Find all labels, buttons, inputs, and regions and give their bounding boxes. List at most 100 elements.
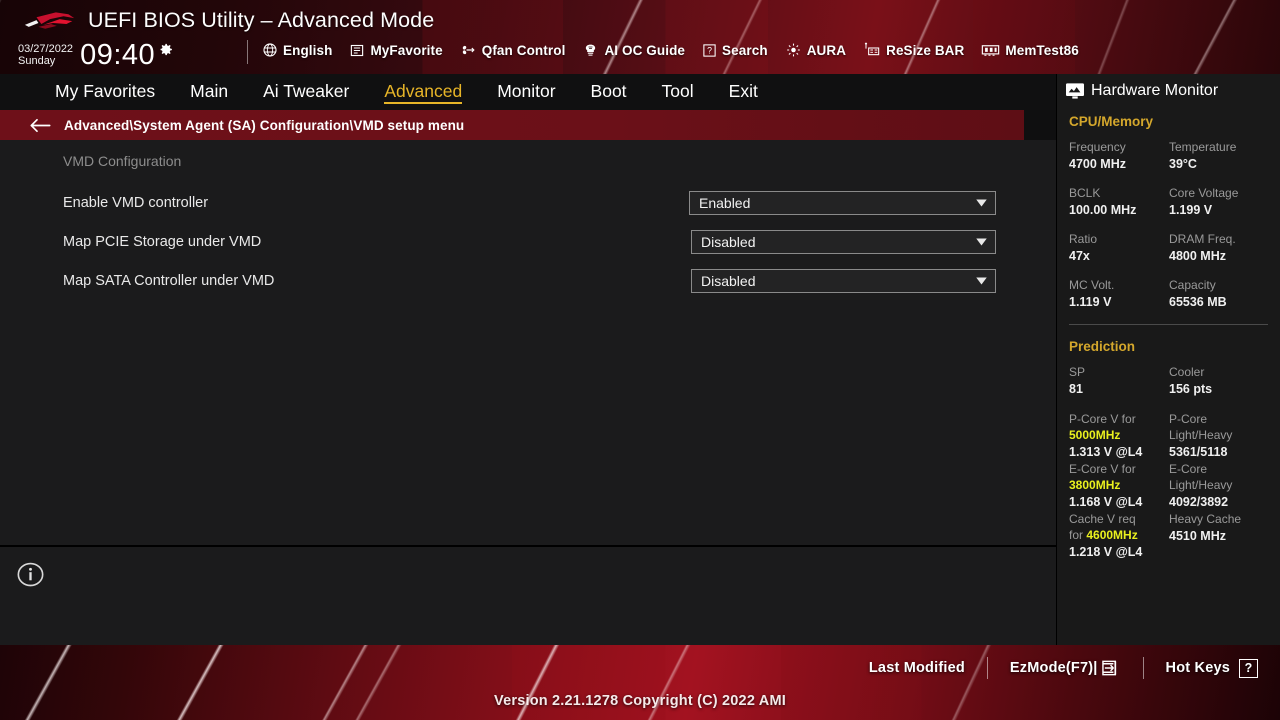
hwm-cell: Cache V req for 4600MHz 1.218 V @L4: [1069, 511, 1169, 561]
hwm-row: E-Core V for 3800MHz 1.168 V @L4 E-Core …: [1069, 461, 1280, 511]
ez-mode-label: EzMode(F7)|: [1009, 660, 1098, 676]
toolbar-item-myfavorite[interactable]: MyFavorite: [349, 42, 443, 58]
hwm-row: Cache V req for 4600MHz 1.218 V @L4 Heav…: [1069, 511, 1280, 561]
hwm-row: MC Volt. 1.119 V Capacity 65536 MB: [1069, 278, 1280, 311]
hwm-cell: Heavy Cache 4510 MHz: [1169, 511, 1269, 561]
hwm-cell: E-Core V for 3800MHz 1.168 V @L4: [1069, 461, 1169, 511]
hwm-section-cpu-memory: CPU/Memory: [1069, 114, 1154, 129]
hwm-key: Ratio: [1069, 232, 1098, 246]
settings-panel: VMD Configuration Enable VMD controller …: [0, 140, 1056, 545]
hwm-divider: [1069, 324, 1268, 325]
toolbar-label: AURA: [806, 42, 847, 58]
hwm-cell: Temperature 39°C: [1169, 140, 1269, 173]
dropdown-map-sata-controller-under-vmd[interactable]: Disabled: [691, 268, 996, 293]
dropdown-value: Enabled: [699, 194, 751, 211]
hot-keys-label: Hot Keys: [1165, 660, 1230, 676]
datetime-block: 03/27/2022 Sunday 09:40: [18, 40, 174, 70]
hwm-row: BCLK 100.00 MHz Core Voltage 1.199 V: [1069, 186, 1280, 219]
hwm-cell: SP 81: [1069, 365, 1169, 398]
hwm-key: DRAM Freq.: [1169, 232, 1236, 246]
hot-keys-badge: ?: [1239, 658, 1258, 678]
lighting-icon: [786, 43, 800, 57]
gear-icon[interactable]: [157, 41, 174, 58]
tab-exit[interactable]: Exit: [729, 81, 758, 104]
header-divider: [247, 40, 248, 64]
toolbar-item-search[interactable]: ? Search: [702, 43, 768, 58]
hwm-section-prediction: Prediction: [1069, 339, 1136, 354]
hot-keys-button[interactable]: Hot Keys ?: [1165, 658, 1258, 678]
hwm-value: 1.218 V @L4: [1069, 545, 1143, 559]
hwm-row: SP 81 Cooler 156 pts: [1069, 365, 1280, 398]
setting-label: Map SATA Controller under VMD: [63, 272, 275, 289]
toolbar-item-memtest86[interactable]: MemTest86: [981, 43, 1079, 58]
hwm-prediction-grid: SP 81 Cooler 156 pts P-Core V for 5000MH…: [1069, 365, 1280, 561]
toolbar-label: AI OC Guide: [604, 42, 686, 58]
breadcrumb: Advanced\System Agent (SA) Configuration…: [0, 110, 1024, 140]
toolbar-item-qfan-control[interactable]: Qfan Control: [460, 42, 566, 58]
toolbar-item-resize-bar[interactable]: ReSize BAR: [863, 42, 964, 58]
ai-brain-icon: [586, 44, 596, 56]
hwm-value: 47x: [1069, 249, 1090, 263]
toolbar-item-ai-oc-guide[interactable]: AI OC Guide: [582, 42, 685, 58]
hwm-value: 81: [1069, 382, 1083, 396]
fan-icon: [462, 45, 475, 55]
dropdown-map-pcie-storage-under-vmd[interactable]: Disabled: [691, 229, 996, 254]
hwm-cell: Frequency 4700 MHz: [1069, 140, 1169, 173]
back-arrow-icon[interactable]: [30, 118, 51, 133]
tab-monitor[interactable]: Monitor: [497, 81, 555, 104]
info-circle-icon[interactable]: [17, 561, 44, 588]
hwm-key: Temperature: [1169, 140, 1237, 154]
dropdown-enable-vmd-controller[interactable]: Enabled: [689, 190, 996, 215]
hwm-value: 1.119 V: [1069, 295, 1112, 309]
tab-boot[interactable]: Boot: [591, 81, 627, 104]
hwm-cell: P-Core V for 5000MHz 1.313 V @L4: [1069, 411, 1169, 461]
hwm-key-wrap: for 4600MHz: [1069, 527, 1169, 543]
weekday-value: Sunday: [18, 55, 56, 67]
hwm-key: MC Volt.: [1069, 278, 1115, 292]
hwm-cell: E-Core Light/Heavy 4092/3892: [1169, 461, 1269, 511]
main-nav-tabs: My Favorites Main Ai Tweaker Advanced Mo…: [0, 74, 1056, 110]
hwm-value: 1.168 V @L4: [1069, 495, 1143, 509]
hwm-value: 4700 MHz: [1069, 157, 1126, 171]
hwm-key: SP: [1069, 365, 1086, 379]
footer-links: Last Modified EzMode(F7)| Hot Keys ?: [869, 653, 1258, 683]
last-modified-button[interactable]: Last Modified: [869, 660, 965, 676]
hwm-value: 4800 MHz: [1169, 249, 1226, 263]
hwm-cell: Core Voltage 1.199 V: [1169, 186, 1269, 219]
hwm-cell: Ratio 47x: [1069, 232, 1169, 265]
hwm-key: E-Core: [1169, 462, 1208, 476]
setting-label: Enable VMD controller: [63, 194, 209, 211]
chevron-down-icon: [976, 277, 987, 284]
hwm-key: BCLK: [1069, 186, 1101, 200]
setting-row-enable-vmd-controller: Enable VMD controller Enabled: [0, 183, 1056, 222]
ez-mode-button[interactable]: EzMode(F7)|: [1010, 660, 1121, 676]
hwm-value: 100.00 MHz: [1069, 203, 1137, 217]
hwm-cell: MC Volt. 1.119 V: [1069, 278, 1169, 311]
toolbar-item-english[interactable]: English: [262, 42, 332, 58]
hardware-monitor-title: Hardware Monitor: [1057, 74, 1280, 100]
hwm-value: 39°C: [1169, 157, 1197, 171]
hwm-value: 4510 MHz: [1169, 529, 1226, 543]
memory-module-icon: [982, 44, 1000, 56]
rog-logo: [24, 12, 75, 29]
dropdown-value: Disabled: [701, 272, 756, 289]
tab-advanced[interactable]: Advanced: [384, 81, 463, 104]
tab-my-favorites[interactable]: My Favorites: [55, 81, 155, 104]
enter-arrow-icon: [1101, 660, 1116, 676]
monitor-icon: [1066, 83, 1084, 99]
hwm-key: P-Core V for: [1069, 412, 1136, 426]
hwm-key: E-Core V for: [1069, 462, 1136, 476]
toolbar-label: MyFavorite: [370, 42, 443, 58]
hwm-key-highlight: 3800MHz: [1069, 478, 1121, 492]
version-text: Version 2.21.1278 Copyright (C) 2022 AMI: [494, 693, 786, 709]
toolbar-item-aura[interactable]: AURA: [785, 42, 846, 58]
tab-main[interactable]: Main: [190, 81, 228, 104]
tab-ai-tweaker[interactable]: Ai Tweaker: [263, 81, 349, 104]
hwm-value: 156 pts: [1169, 382, 1213, 396]
toolbar-label: English: [283, 42, 333, 58]
svg-text:?: ?: [707, 45, 712, 55]
header-toolbar: English MyFavorite Qfan Control AI OC Gu…: [262, 42, 1096, 58]
hwm-key: Cache V req: [1069, 512, 1136, 526]
section-title: VMD Configuration: [63, 153, 182, 169]
tab-tool[interactable]: Tool: [662, 81, 694, 104]
